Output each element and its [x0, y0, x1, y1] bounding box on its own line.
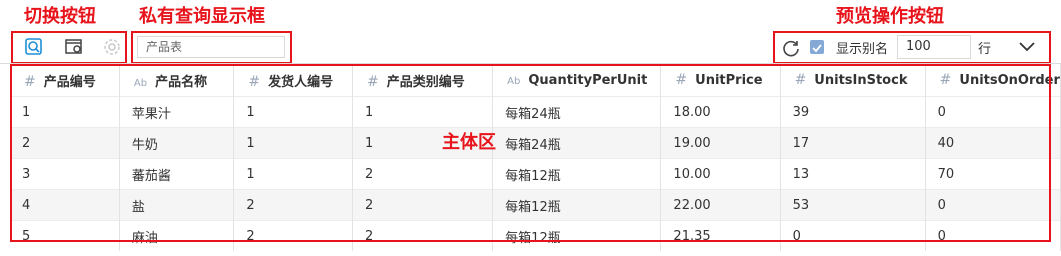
chevron-down-icon[interactable]	[1016, 38, 1038, 56]
annotation-toggle-buttons: 切换按钮	[24, 6, 96, 27]
settings-window-icon[interactable]	[64, 37, 84, 57]
annotation-private-query-box: 私有查询显示框	[139, 6, 265, 27]
query-name-field[interactable]: 产品表	[137, 36, 285, 58]
show-alias-label: 显示别名	[836, 42, 889, 57]
gear-icon[interactable]	[102, 37, 122, 57]
row-count-input[interactable]: 100	[897, 35, 971, 59]
annotation-main-area: 主体区	[442, 132, 496, 153]
annotation-preview-buttons: 预览操作按钮	[836, 6, 944, 27]
main-area-box	[10, 64, 1051, 242]
show-alias-checkbox[interactable]	[810, 40, 824, 54]
query-icon[interactable]	[24, 37, 44, 57]
rows-label: 行	[978, 42, 992, 57]
refresh-icon[interactable]	[780, 37, 802, 59]
